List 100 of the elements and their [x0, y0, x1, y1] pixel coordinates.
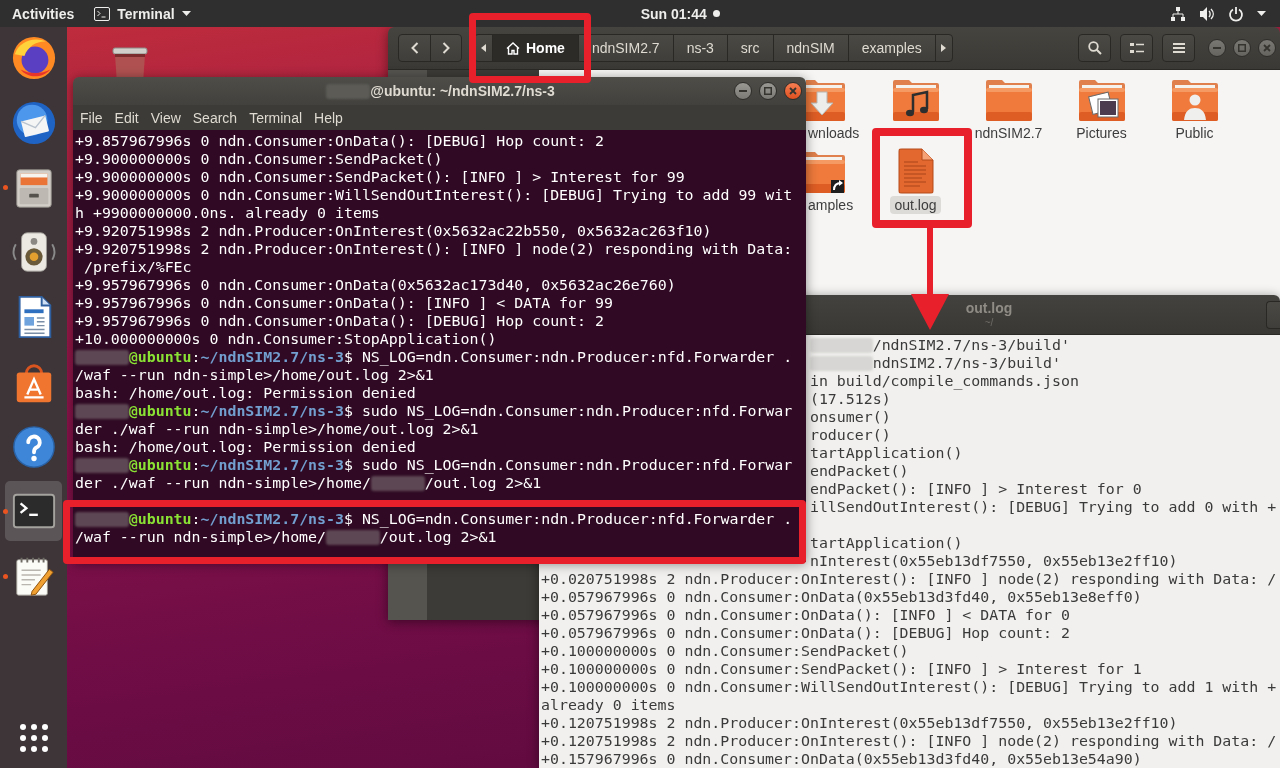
file-label[interactable]: ndnSIM2.7	[970, 124, 1047, 142]
folder-icon[interactable]	[984, 78, 1033, 122]
trash-icon[interactable]	[110, 47, 150, 77]
close-icon	[1263, 44, 1271, 52]
terminal-line: /out.log 2>&1	[424, 474, 542, 492]
path-button[interactable]: ndnSIM	[772, 35, 848, 61]
log-line: tartApplication()	[809, 534, 963, 552]
log-line: +0.057967996s 0 ndn.Consumer:OnData(): [DEBUG] Hop count: 2	[541, 624, 1070, 642]
log-line: (17.512s)	[809, 390, 891, 408]
blurred-block	[75, 511, 129, 527]
terminal-line: h +9900000000.0ns. already 0 items	[75, 204, 380, 222]
maximize-icon	[1238, 44, 1246, 52]
terminal-line: bash: /home/out.log: Permission denied	[75, 438, 416, 456]
log-line: +0.057967996s 0 ndn.Consumer:OnData(): [INFO ] < DATA for 0	[541, 606, 1070, 624]
terminal-line: @ubuntu:~/ndnSIM2.7/ns-3$ NS_LOG=ndn.Consumer:ndn.Producer:nfd.Forwarder .	[128, 510, 793, 528]
menu-item[interactable]: Terminal	[243, 105, 309, 130]
close-button[interactable]	[784, 82, 802, 100]
file-label[interactable]: Public	[1171, 124, 1218, 142]
terminal-line: der ./waf --run ndn-simple>/home/	[75, 474, 371, 492]
home-icon	[506, 41, 520, 55]
path-button[interactable]: ndnSIM2.7	[577, 35, 673, 61]
menu-item[interactable]: Edit	[108, 105, 145, 130]
caret-icon	[1257, 11, 1266, 16]
terminal-line: @ubuntu:~/ndnSIM2.7/ns-3$ sudo NS_LOG=ndn.Consumer:ndn.Producer:nfd.Forwar	[128, 402, 793, 420]
file-label[interactable]: amples	[806, 196, 854, 214]
terminal-line: +9.957967996s 0 ndn.Consumer:OnData(0x5632ac173d40, 0x5632ac26e760)	[75, 276, 676, 294]
terminal-line: +9.957967996s 0 ndn.Consumer:OnData(): [INFO ] < DATA for 99	[75, 294, 613, 312]
log-line: endPacket()	[809, 462, 909, 480]
view-options-button[interactable]	[1120, 34, 1153, 62]
file-label[interactable]: wnloads	[806, 124, 860, 142]
log-line: in build/compile_commands.json	[809, 372, 1079, 390]
window-title: @ubuntu: ~/ndnSIM2.7/ns-3	[370, 83, 555, 99]
terminal-line: /waf --run ndn-simple>/home/	[75, 528, 327, 546]
log-line: +0.157967996s 0 ndn.Consumer:OnData(0x55eb13d3fd40, 0x55eb13e54a90)	[541, 750, 1142, 768]
path-button[interactable]: src	[726, 35, 773, 61]
log-line: already 0 items	[541, 696, 676, 714]
log-line: /ndnSIM2.7/ns-3/build'	[872, 336, 1070, 354]
volume-icon	[1199, 5, 1215, 22]
menu-item[interactable]: File	[74, 105, 109, 130]
close-button[interactable]	[1258, 39, 1276, 57]
file-label[interactable]: out.log	[890, 196, 941, 214]
list-view-icon	[1129, 42, 1144, 54]
minimize-button[interactable]	[1208, 39, 1226, 57]
terminal-line: +9.957967996s 0 ndn.Consumer:OnData(): [DEBUG] Hop count: 2	[75, 312, 604, 330]
blurred-block	[75, 457, 129, 473]
path-button[interactable]: ns-3	[672, 35, 727, 61]
terminal-line: +9.900000000s 0 ndn.Consumer:SendPacket(): [INFO ] > Interest for 99	[75, 168, 685, 186]
pictures-folder-icon[interactable]	[1077, 78, 1126, 122]
music-folder-icon[interactable]	[891, 78, 940, 122]
app-menu-button[interactable]: Terminal	[94, 5, 191, 22]
blurred-block	[809, 355, 873, 371]
dock-button[interactable]	[5, 481, 62, 542]
maximize-button[interactable]	[759, 82, 777, 100]
activities-button[interactable]: Activities	[12, 5, 75, 22]
maximize-button[interactable]	[1233, 39, 1251, 57]
menu-item[interactable]: Search	[186, 105, 244, 130]
system-menu-button[interactable]	[1170, 5, 1266, 22]
log-line: ndnSIM2.7/ns-3/build'	[872, 354, 1061, 372]
menu-button[interactable]	[1162, 34, 1195, 62]
terminal-line: +9.900000000s 0 ndn.Consumer:WillSendOutInterest(): [DEBUG] Trying to add 99 wit	[75, 186, 793, 204]
envelope-icon	[10, 99, 57, 146]
menu-item[interactable]: View	[144, 105, 187, 130]
blurred-block	[809, 337, 873, 353]
terminal-line: /out.log 2>&1	[379, 528, 497, 546]
search-button[interactable]	[1078, 34, 1111, 62]
folder-shortcut-icon[interactable]	[806, 150, 846, 194]
log-line: +0.100000000s 0 ndn.Consumer:SendPacket(): [INFO ] > Interest for 1	[541, 660, 1142, 678]
terminal-line: +10.000000000s 0 ndn.Consumer:StopApplication()	[75, 330, 497, 348]
maximize-icon	[764, 87, 772, 95]
blurred-block	[370, 475, 425, 491]
log-line: endPacket(): [INFO ] > Interest for 0	[809, 480, 1142, 498]
log-line: +0.100000000s 0 ndn.Consumer:SendPacket()	[541, 642, 909, 660]
minimize-button[interactable]	[734, 82, 752, 100]
minimize-icon	[1213, 47, 1221, 49]
log-line: +0.020751998s 2 ndn.Producer:OnInterest(): [INFO ] node(2) responding with Data: /	[541, 570, 1277, 588]
clock-button[interactable]: Sun 01:44	[640, 5, 720, 22]
help-icon	[10, 423, 57, 470]
blurred-block	[326, 83, 371, 99]
log-line: tartApplication()	[809, 444, 963, 462]
blurred-block	[75, 403, 129, 419]
file-label[interactable]: Pictures	[1072, 124, 1131, 142]
terminal-line: +9.920751998s 2 ndn.Producer:OnInterest(): [INFO ] node(2) responding with Data:	[75, 240, 793, 258]
terminal-line: @ubuntu:~/ndnSIM2.7/ns-3$ sudo NS_LOG=ndn.Consumer:ndn.Producer:nfd.Forwar	[128, 456, 793, 474]
download-folder-icon[interactable]	[806, 78, 846, 122]
log-line: +0.120751998s 2 ndn.Producer:OnInterest(0x55eb13df7550, 0x55eb13e2ff10)	[541, 714, 1178, 732]
person-folder-icon[interactable]	[1170, 78, 1219, 122]
text-file-icon[interactable]	[897, 148, 934, 194]
terminal-icon	[94, 6, 111, 21]
log-line: +0.100000000s 0 ndn.Consumer:WillSendOutInterest(): [DEBUG] Trying to add 1 with +	[541, 678, 1277, 696]
chevron-left-icon	[410, 42, 419, 54]
terminal-line: /waf --run ndn-simple>/home/out.log 2>&1	[75, 366, 434, 384]
terminal-line: +9.900000000s 0 ndn.Consumer:SendPacket()	[75, 150, 443, 168]
path-button[interactable]: examples	[847, 35, 935, 61]
globe-icon	[10, 35, 57, 81]
terminal-line: der ./waf --run ndn-simple>/home/out.log 2>&1	[75, 420, 479, 438]
menu-item[interactable]: Help	[308, 105, 349, 130]
app-grid-icon	[18, 723, 49, 753]
network-icon	[1170, 5, 1186, 22]
power-icon	[1228, 5, 1244, 22]
path-button[interactable]: Home	[492, 35, 578, 61]
